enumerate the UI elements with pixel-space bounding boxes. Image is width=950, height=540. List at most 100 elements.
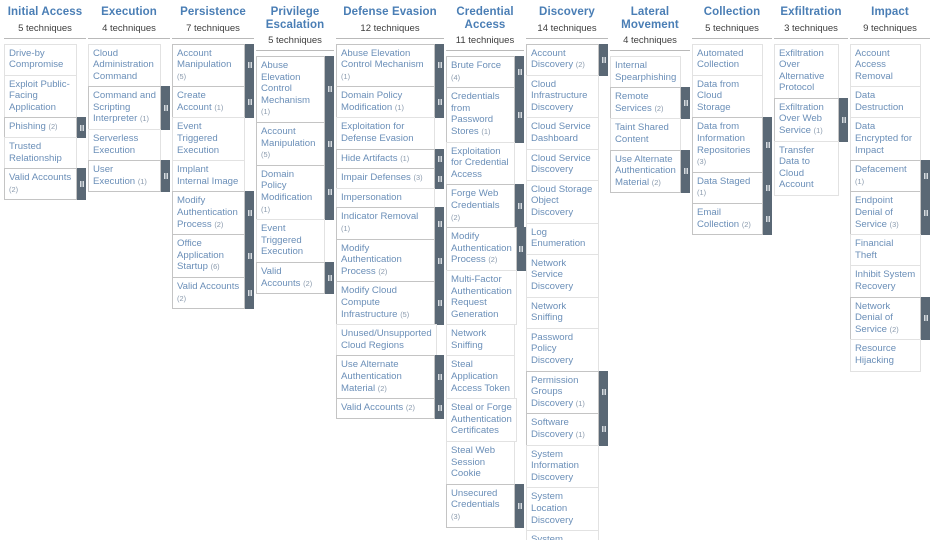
technique-cell-body[interactable]: Steal or Forge Authentication Certificat… [446, 398, 517, 443]
technique-cell[interactable]: Defacement (1) [850, 160, 930, 193]
expand-sub-techniques-icon[interactable] [515, 184, 524, 229]
expand-sub-techniques-icon[interactable] [435, 86, 444, 119]
technique-cell[interactable]: Valid Accounts (2) [4, 168, 86, 201]
technique-cell[interactable]: Exploitation for Credential Access [446, 141, 524, 186]
technique-cell-body[interactable]: Serverless Execution [88, 129, 161, 162]
technique-cell-body[interactable]: Valid Accounts (2) [256, 261, 325, 295]
expand-sub-techniques-icon[interactable] [245, 277, 254, 310]
technique-cell-body[interactable]: Automated Collection [692, 43, 763, 76]
technique-cell[interactable]: Network Service Discovery [526, 253, 608, 298]
technique-cell-body[interactable]: Data from Cloud Storage [692, 74, 763, 119]
technique-cell-body[interactable]: Drive-by Compromise [4, 43, 77, 76]
technique-cell[interactable]: Brute Force (4) [446, 56, 524, 89]
technique-cell-body[interactable]: Credentials from Password Stores (1) [446, 87, 515, 143]
technique-cell-body[interactable]: Abuse Elevation Control Mechanism (1) [336, 43, 435, 88]
technique-cell-body[interactable]: Exploit Public-Facing Application [4, 74, 77, 119]
tactic-title[interactable]: Privilege Escalation [258, 6, 332, 31]
technique-cell-body[interactable]: Abuse Elevation Control Mechanism (1) [256, 56, 325, 123]
expand-sub-techniques-icon[interactable] [599, 370, 608, 415]
technique-cell-body[interactable]: Exfiltration Over Web Service (1) [774, 97, 839, 142]
technique-cell-body[interactable]: Transfer Data to Cloud Account [774, 140, 839, 197]
expand-sub-techniques-icon[interactable] [516, 227, 526, 271]
technique-cell-body[interactable]: Account Manipulation (5) [256, 121, 325, 166]
technique-cell[interactable]: Valid Accounts (2) [172, 277, 254, 310]
expand-sub-techniques-icon[interactable] [161, 160, 170, 193]
expand-sub-techniques-icon[interactable] [435, 238, 444, 283]
expand-sub-techniques-icon[interactable] [681, 87, 690, 120]
expand-sub-techniques-icon[interactable] [435, 398, 444, 419]
technique-cell[interactable]: Cloud Service Dashboard [526, 117, 608, 150]
technique-cell[interactable]: System Location Discovery [526, 487, 608, 532]
expand-sub-techniques-icon[interactable] [77, 117, 86, 139]
tactic-title[interactable]: Lateral Movement [612, 6, 688, 31]
tactic-title[interactable]: Discovery [528, 6, 606, 19]
technique-cell-body[interactable]: Use Alternate Authentication Material (2… [610, 149, 681, 194]
expand-sub-techniques-icon[interactable] [77, 168, 86, 201]
technique-cell[interactable]: Serverless Execution [88, 129, 170, 162]
technique-cell-body[interactable]: Email Collection (2) [692, 203, 763, 236]
technique-cell[interactable]: Steal Application Access Token [446, 355, 524, 400]
technique-cell-body[interactable]: Data Encrypted for Impact [850, 117, 921, 162]
technique-cell-body[interactable]: Forge Web Credentials (2) [446, 184, 515, 229]
technique-cell-body[interactable]: Endpoint Denial of Service (3) [850, 191, 921, 236]
technique-cell-body[interactable]: Office Application Startup (6) [172, 234, 245, 278]
technique-cell-body[interactable]: Data from Information Repositories (3) [692, 117, 763, 173]
expand-sub-techniques-icon[interactable] [245, 86, 254, 119]
technique-cell[interactable]: Account Discovery (2) [526, 43, 608, 76]
expand-sub-techniques-icon[interactable] [325, 261, 334, 295]
technique-cell[interactable]: Password Policy Discovery [526, 327, 608, 372]
technique-cell[interactable]: Network Denial of Service (2) [850, 296, 930, 341]
technique-cell[interactable]: Steal Web Session Cookie [446, 441, 524, 485]
technique-cell[interactable]: Indicator Removal (1) [336, 207, 444, 240]
technique-cell[interactable]: Event Triggered Execution [172, 117, 254, 162]
technique-cell[interactable]: Create Account (1) [172, 86, 254, 119]
technique-cell[interactable]: Account Access Removal [850, 43, 930, 88]
technique-cell[interactable]: Command and Scripting Interpreter (1) [88, 86, 170, 131]
expand-sub-techniques-icon[interactable] [245, 43, 254, 88]
technique-cell[interactable]: Cloud Infrastructure Discovery [526, 74, 608, 119]
expand-sub-techniques-icon[interactable] [245, 191, 254, 236]
technique-cell[interactable]: Use Alternate Authentication Material (2… [336, 355, 444, 400]
technique-cell[interactable]: Trusted Relationship [4, 137, 86, 170]
technique-cell-body[interactable]: Software Discovery (1) [526, 413, 599, 446]
technique-cell-body[interactable]: Account Discovery (2) [526, 43, 599, 76]
tactic-title[interactable]: Impact [852, 6, 928, 19]
technique-cell-body[interactable]: Modify Authentication Process (2) [336, 238, 435, 283]
technique-cell-body[interactable]: Cloud Service Discovery [526, 148, 599, 181]
technique-cell[interactable]: Data Encrypted for Impact [850, 117, 930, 162]
technique-cell-body[interactable]: Command and Scripting Interpreter (1) [88, 86, 161, 131]
technique-cell-body[interactable]: Modify Authentication Process (2) [172, 191, 245, 236]
technique-cell-body[interactable]: Cloud Service Dashboard [526, 117, 599, 150]
technique-cell-body[interactable]: Domain Policy Modification (1) [336, 86, 435, 119]
technique-cell[interactable]: Network Sniffing [446, 324, 524, 357]
technique-cell-body[interactable]: Resource Hijacking [850, 339, 921, 372]
technique-cell[interactable]: Drive-by Compromise [4, 43, 86, 76]
technique-cell-body[interactable]: Unsecured Credentials (3) [446, 483, 515, 528]
technique-cell-body[interactable]: Permission Groups Discovery (1) [526, 370, 599, 415]
technique-cell-body[interactable]: Account Access Removal [850, 43, 921, 88]
technique-cell-body[interactable]: Steal Application Access Token [446, 355, 515, 400]
technique-cell[interactable]: Modify Authentication Process (2) [446, 227, 526, 271]
technique-cell-body[interactable]: Domain Policy Modification (1) [256, 164, 325, 221]
technique-cell-body[interactable]: Phishing (2) [4, 117, 77, 139]
technique-cell[interactable]: Hide Artifacts (1) [336, 148, 444, 170]
technique-cell-body[interactable]: Event Triggered Execution [172, 117, 245, 162]
technique-cell[interactable]: Network Sniffing [526, 296, 608, 329]
expand-sub-techniques-icon[interactable] [435, 355, 444, 400]
tactic-title[interactable]: Credential Access [448, 6, 522, 31]
technique-cell[interactable]: Abuse Elevation Control Mechanism (1) [256, 56, 334, 123]
expand-sub-techniques-icon[interactable] [435, 168, 444, 189]
expand-sub-techniques-icon[interactable] [921, 191, 930, 236]
technique-cell[interactable]: Forge Web Credentials (2) [446, 184, 524, 229]
expand-sub-techniques-icon[interactable] [515, 56, 524, 89]
expand-sub-techniques-icon[interactable] [839, 97, 848, 142]
technique-cell-body[interactable]: Create Account (1) [172, 86, 245, 119]
expand-sub-techniques-icon[interactable] [161, 86, 170, 131]
technique-cell-body[interactable]: Exploitation for Credential Access [446, 141, 515, 186]
technique-cell[interactable]: Domain Policy Modification (1) [336, 86, 444, 119]
technique-cell-body[interactable]: Indicator Removal (1) [336, 207, 435, 240]
technique-cell[interactable]: Email Collection (2) [692, 203, 772, 236]
technique-cell[interactable]: Exfiltration Over Web Service (1) [774, 97, 848, 142]
tactic-title[interactable]: Execution [90, 6, 168, 19]
technique-cell-body[interactable]: Cloud Administration Command [88, 43, 161, 88]
